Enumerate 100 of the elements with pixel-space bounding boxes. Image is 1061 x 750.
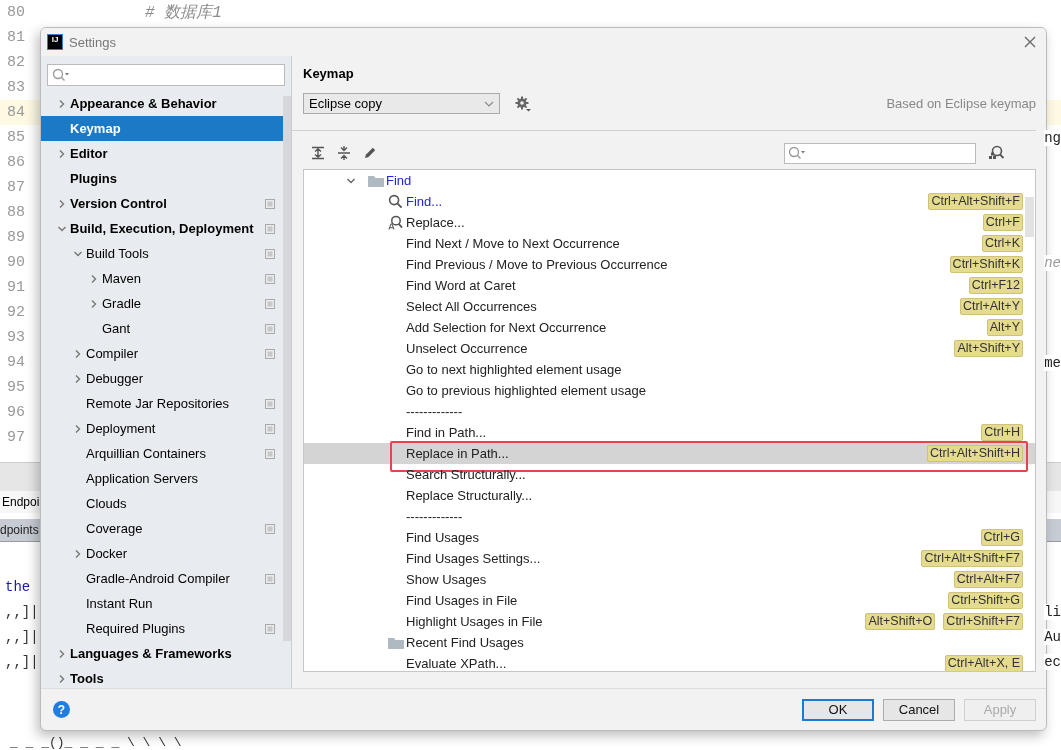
action-name[interactable]: Replace in Path...	[406, 446, 509, 461]
console-text: ,,]|	[4, 628, 39, 645]
settings-tree-item[interactable]: Build, Execution, Deployment	[41, 216, 283, 241]
action-name[interactable]: Find Usages	[406, 530, 479, 545]
settings-tree-item[interactable]: Build Tools	[41, 241, 283, 266]
action-name[interactable]: Find Usages Settings...	[406, 551, 541, 566]
settings-tree-item[interactable]: Docker	[41, 541, 283, 566]
line-number: 84	[6, 104, 26, 121]
shortcut-badge: Ctrl+G	[980, 529, 1023, 546]
action-name[interactable]: Find Previous / Move to Previous Occurrence	[406, 257, 668, 272]
settings-tree-item[interactable]: Gant	[41, 316, 283, 341]
action-name[interactable]: Go to previous highlighted element usage	[406, 383, 646, 398]
settings-tree-item[interactable]: Tools	[41, 666, 283, 691]
collapse-all-icon[interactable]	[337, 146, 351, 160]
replace-icon	[388, 215, 403, 230]
shortcut-badge: Ctrl+Alt+Shift+F7	[921, 550, 1023, 567]
chevron-down-icon	[484, 100, 494, 107]
settings-tree-item[interactable]: Editor	[41, 141, 283, 166]
console-text: li	[1044, 603, 1061, 620]
settings-tree-item[interactable]: Required Plugins	[41, 616, 283, 641]
dialog-button[interactable]: Cancel	[883, 698, 955, 721]
action-name[interactable]: Go to next highlighted element usage	[406, 362, 622, 377]
app-logo: IJ	[47, 34, 63, 50]
action-name[interactable]: Highlight Usages in File	[406, 614, 543, 629]
settings-tree-item[interactable]: Maven	[41, 266, 283, 291]
shortcut-badge: Ctrl+Alt+Y	[960, 298, 1023, 315]
folder-icon	[388, 636, 404, 649]
shortcut-badge: Ctrl+F	[982, 214, 1023, 231]
action-name[interactable]: Find Next / Move to Next Occurrence	[406, 236, 620, 251]
line-number: 81	[6, 29, 26, 46]
settings-tree-item[interactable]: Remote Jar Repositories	[41, 391, 283, 416]
dialog-button[interactable]: OK	[802, 698, 874, 721]
action-name[interactable]: Replace Structurally...	[406, 488, 533, 503]
line-number: 94	[6, 354, 26, 371]
settings-icon[interactable]	[514, 94, 532, 113]
shortcut-badge: Alt+Shift+O	[865, 613, 936, 630]
settings-tree-item[interactable]: Clouds	[41, 491, 283, 516]
line-number: 97	[6, 429, 26, 446]
settings-tree-item[interactable]: Plugins	[41, 166, 283, 191]
edit-icon[interactable]	[363, 146, 377, 160]
action-name[interactable]: Find...	[406, 194, 443, 209]
action-name[interactable]: Show Usages	[406, 572, 487, 587]
shortcut-badge: Ctrl+Shift+G	[948, 592, 1023, 609]
settings-tree-item[interactable]: Coverage	[41, 516, 283, 541]
action-name[interactable]: -------------	[406, 509, 463, 524]
based-on-label: Based on Eclipse keymap	[886, 96, 1036, 111]
action-name[interactable]: Evaluate XPath...	[406, 656, 507, 671]
close-icon[interactable]	[1024, 36, 1036, 48]
settings-tree-item[interactable]: Gradle-Android Compiler	[41, 566, 283, 591]
shortcut-badge: Ctrl+Alt+F7	[953, 571, 1023, 588]
expand-all-icon[interactable]	[311, 146, 325, 160]
search-icon	[388, 194, 403, 209]
action-name[interactable]: Find	[386, 173, 412, 188]
shortcut-badge: Ctrl+F12	[968, 277, 1023, 294]
code-text: ng	[1044, 129, 1061, 146]
shortcut-badge: Ctrl+Alt+Shift+H	[927, 445, 1023, 462]
tool-window-tab[interactable]: dpoints	[0, 523, 39, 537]
action-name[interactable]: Find Usages in File	[406, 593, 518, 608]
code-text: me	[1044, 354, 1061, 371]
shortcut-badge: Ctrl+Shift+F7	[943, 613, 1023, 630]
settings-tree-item[interactable]: Compiler	[41, 341, 283, 366]
action-name[interactable]: Replace...	[406, 215, 465, 230]
line-number: 82	[6, 54, 26, 71]
line-number: 92	[6, 304, 26, 321]
shortcut-badge: Ctrl+Alt+Shift+F	[928, 193, 1023, 210]
scrollbar[interactable]	[283, 96, 291, 641]
folder-icon	[368, 174, 384, 187]
line-number: 83	[6, 79, 26, 96]
action-name[interactable]: Recent Find Usages	[406, 635, 524, 650]
scrollbar[interactable]	[1025, 197, 1034, 237]
settings-tree-item[interactable]: Languages & Frameworks	[41, 641, 283, 666]
search-field[interactable]	[47, 64, 285, 86]
line-number: 87	[6, 179, 26, 196]
settings-tree-item[interactable]: Appearance & Behavior	[41, 91, 283, 116]
tool-window-tab[interactable]: Endpoi	[2, 495, 40, 509]
action-name[interactable]: Unselect Occurrence	[406, 341, 528, 356]
action-name[interactable]: Select All Occurrences	[406, 299, 537, 314]
console-text: ,,]|	[4, 653, 39, 670]
settings-tree-item[interactable]: Arquillian Containers	[41, 441, 283, 466]
action-name[interactable]: Add Selection for Next Occurrence	[406, 320, 607, 335]
code-comment: # 数据库1	[145, 2, 222, 23]
find-shortcut-icon[interactable]	[988, 145, 1006, 161]
action-name[interactable]: -------------	[406, 404, 463, 419]
help-button[interactable]: ?	[53, 701, 70, 718]
page-title: Keymap	[303, 66, 355, 83]
shortcut-badge: Alt+Shift+Y	[954, 340, 1023, 357]
search-field[interactable]	[784, 142, 976, 164]
settings-tree-item[interactable]: Version Control	[41, 191, 283, 216]
line-number: 85	[6, 129, 26, 146]
settings-tree-item[interactable]: Debugger	[41, 366, 283, 391]
line-number: 89	[6, 229, 26, 246]
keymap-dropdown[interactable]: Eclipse copy	[303, 93, 500, 114]
settings-tree-item[interactable]: Deployment	[41, 416, 283, 441]
settings-tree-item[interactable]: Instant Run	[41, 591, 283, 616]
shortcut-badge: Ctrl+Alt+X, E	[944, 655, 1023, 671]
settings-tree-item[interactable]: Application Servers	[41, 466, 283, 491]
settings-tree-item[interactable]: Gradle	[41, 291, 283, 316]
search-icon	[788, 146, 806, 160]
action-name[interactable]: Find Word at Caret	[406, 278, 516, 293]
action-name[interactable]: Find in Path...	[406, 425, 487, 440]
